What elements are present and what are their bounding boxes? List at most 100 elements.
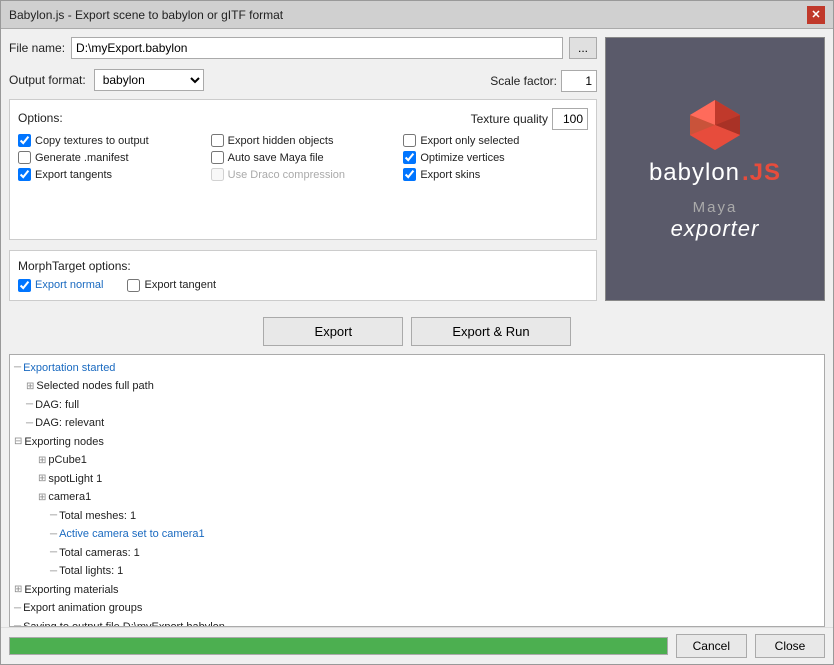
- file-name-input[interactable]: [71, 37, 563, 59]
- cancel-button[interactable]: Cancel: [676, 634, 747, 658]
- log-text: spotLight 1: [48, 471, 102, 488]
- expand-icon: ⊞: [14, 582, 22, 597]
- log-line: ─ Total lights: 1: [14, 562, 820, 581]
- close-button[interactable]: Close: [755, 634, 825, 658]
- export-tangent-label: Export tangent: [144, 279, 216, 291]
- texture-quality-input[interactable]: [552, 108, 588, 130]
- window-close-button[interactable]: ✕: [807, 6, 825, 24]
- log-text: Selected nodes full path: [36, 378, 153, 395]
- export-only-selected-label: Export only selected: [420, 135, 519, 147]
- log-line: ⊞ camera1: [14, 488, 820, 507]
- option-use-draco: Use Draco compression: [211, 168, 396, 181]
- progress-bar-fill: [10, 638, 667, 654]
- export-hidden-label: Export hidden objects: [228, 135, 334, 147]
- options-header-row: Options: Texture quality: [18, 108, 588, 134]
- tree-icon: ─: [14, 360, 21, 375]
- options-grid: Copy textures to output Export hidden ob…: [18, 134, 588, 181]
- tree-icon: ─: [14, 619, 21, 627]
- export-only-selected-checkbox[interactable]: [403, 134, 416, 147]
- morph-title: MorphTarget options:: [18, 259, 588, 273]
- option-export-skins: Export skins: [403, 168, 588, 181]
- export-skins-checkbox[interactable]: [403, 168, 416, 181]
- auto-save-maya-checkbox[interactable]: [211, 151, 224, 164]
- progress-area: Cancel Close: [1, 627, 833, 664]
- main-window: Babylon.js - Export scene to babylon or …: [0, 0, 834, 665]
- use-draco-label: Use Draco compression: [228, 169, 345, 181]
- option-copy-textures: Copy textures to output: [18, 134, 203, 147]
- log-line: ⊞ spotLight 1: [14, 470, 820, 489]
- format-select[interactable]: babylon gltf glb: [94, 69, 204, 91]
- log-text: Total cameras: 1: [59, 545, 140, 562]
- options-section: Options: Texture quality Copy textures t…: [9, 99, 597, 240]
- scale-input[interactable]: [561, 70, 597, 92]
- log-line: ─ Total cameras: 1: [14, 544, 820, 563]
- export-tangents-label: Export tangents: [35, 169, 112, 181]
- babylon-text: babylon: [649, 159, 740, 187]
- option-optimize-vertices: Optimize vertices: [403, 151, 588, 164]
- scale-row: Scale factor:: [490, 70, 597, 92]
- expand-icon: ⊞: [26, 379, 34, 394]
- export-hidden-checkbox[interactable]: [211, 134, 224, 147]
- log-text: DAG: relevant: [35, 415, 104, 432]
- babylon-js-title: babylon .JS: [649, 159, 781, 187]
- generate-manifest-checkbox[interactable]: [18, 151, 31, 164]
- export-skins-label: Export skins: [420, 169, 480, 181]
- export-button[interactable]: Export: [263, 317, 403, 346]
- browse-button[interactable]: ...: [569, 37, 597, 59]
- left-panel: File name: ... Output format: babylon gl…: [9, 37, 597, 301]
- morph-group: MorphTarget options: Export normal Expor…: [9, 250, 597, 301]
- option-export-normal: Export normal: [18, 279, 103, 292]
- log-line: ─ DAG: full: [14, 396, 820, 415]
- copy-textures-checkbox[interactable]: [18, 134, 31, 147]
- log-line: ─ DAG: relevant: [14, 414, 820, 433]
- option-export-hidden: Export hidden objects: [211, 134, 396, 147]
- tree-icon: ─: [50, 527, 57, 542]
- maya-label: Maya: [671, 199, 760, 216]
- title-bar: Babylon.js - Export scene to babylon or …: [1, 1, 833, 29]
- tree-icon: ─: [50, 508, 57, 523]
- export-run-button[interactable]: Export & Run: [411, 317, 570, 346]
- log-text: pCube1: [48, 452, 87, 469]
- export-tangent-checkbox[interactable]: [127, 279, 140, 292]
- optimize-vertices-checkbox[interactable]: [403, 151, 416, 164]
- log-text: Exporting nodes: [24, 434, 104, 451]
- expand-icon: ⊞: [38, 471, 46, 486]
- log-text: Saving to output file D:\myExport.babylo…: [23, 619, 225, 628]
- option-export-tangent: Export tangent: [127, 279, 216, 292]
- log-line: ─ Saving to output file D:\myExport.baby…: [14, 618, 820, 628]
- babylon-logo: babylon .JS Maya exporter: [649, 95, 781, 242]
- log-text: Exportation started: [23, 360, 115, 377]
- copy-textures-label: Copy textures to output: [35, 135, 149, 147]
- tree-icon: ─: [26, 416, 33, 431]
- maya-exporter-label: Maya exporter: [671, 199, 760, 242]
- log-area[interactable]: ─ Exportation started ⊞ Selected nodes f…: [9, 354, 825, 628]
- format-row: Output format: babylon gltf glb: [9, 69, 204, 91]
- export-tangents-checkbox[interactable]: [18, 168, 31, 181]
- log-text: camera1: [48, 489, 91, 506]
- optimize-vertices-label: Optimize vertices: [420, 152, 504, 164]
- log-line: ⊞ pCube1: [14, 451, 820, 470]
- file-name-label: File name:: [9, 41, 65, 55]
- log-text: Total meshes: 1: [59, 508, 136, 525]
- use-draco-checkbox: [211, 168, 224, 181]
- window-title: Babylon.js - Export scene to babylon or …: [9, 8, 283, 22]
- option-auto-save-maya: Auto save Maya file: [211, 151, 396, 164]
- logo-panel: babylon .JS Maya exporter: [605, 37, 825, 301]
- main-content: File name: ... Output format: babylon gl…: [1, 29, 833, 309]
- option-generate-manifest: Generate .manifest: [18, 151, 203, 164]
- log-line: ⊞ Selected nodes full path: [14, 377, 820, 396]
- js-text: .JS: [742, 159, 781, 187]
- expand-icon: ⊞: [38, 490, 46, 505]
- generate-manifest-label: Generate .manifest: [35, 152, 129, 164]
- log-line: ─ Total meshes: 1: [14, 507, 820, 526]
- format-label: Output format:: [9, 73, 86, 87]
- log-line: ⊞ Exporting materials: [14, 581, 820, 600]
- export-normal-label: Export normal: [35, 279, 103, 291]
- texture-quality-label: Texture quality: [471, 112, 548, 126]
- log-text: Exporting materials: [24, 582, 118, 599]
- option-export-tangents: Export tangents: [18, 168, 203, 181]
- log-line: ─ Active camera set to camera1: [14, 525, 820, 544]
- expand-icon: ⊞: [38, 453, 46, 468]
- exporter-label: exporter: [671, 216, 760, 242]
- export-normal-checkbox[interactable]: [18, 279, 31, 292]
